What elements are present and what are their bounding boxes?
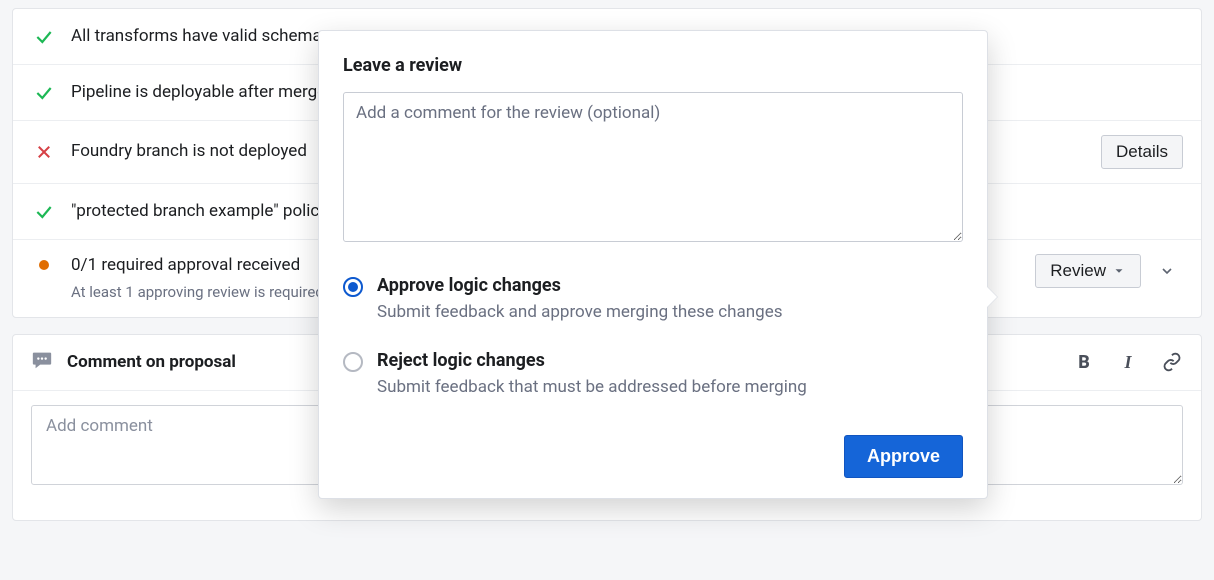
- details-button[interactable]: Details: [1101, 135, 1183, 169]
- popover-title: Leave a review: [343, 55, 963, 76]
- option-approve[interactable]: Approve logic changes Submit feedback an…: [343, 275, 963, 322]
- radio-approve[interactable]: [343, 277, 363, 297]
- option-label: Approve logic changes: [377, 275, 783, 296]
- check-icon: [31, 83, 57, 103]
- option-label: Reject logic changes: [377, 350, 807, 371]
- chevron-down-icon: [1159, 263, 1175, 279]
- check-icon: [31, 202, 57, 222]
- pending-icon: [31, 254, 57, 270]
- option-desc: Submit feedback that must be addressed b…: [377, 377, 807, 397]
- comment-icon: [31, 349, 53, 376]
- option-reject[interactable]: Reject logic changes Submit feedback tha…: [343, 350, 963, 397]
- review-button[interactable]: Review: [1035, 254, 1141, 288]
- check-icon: [31, 27, 57, 47]
- review-button-label: Review: [1050, 261, 1106, 281]
- italic-button[interactable]: I: [1117, 351, 1139, 373]
- link-icon: [1162, 352, 1182, 372]
- caret-down-icon: [1112, 264, 1126, 278]
- radio-reject[interactable]: [343, 352, 363, 372]
- link-button[interactable]: [1161, 351, 1183, 373]
- review-comment-input[interactable]: [343, 92, 963, 242]
- review-popover: Leave a review Approve logic changes Sub…: [318, 30, 988, 499]
- cross-icon: [31, 143, 57, 161]
- option-desc: Submit feedback and approve merging thes…: [377, 302, 783, 322]
- expand-toggle[interactable]: [1151, 255, 1183, 287]
- approve-button[interactable]: Approve: [844, 435, 963, 478]
- bold-button[interactable]: B: [1073, 351, 1095, 373]
